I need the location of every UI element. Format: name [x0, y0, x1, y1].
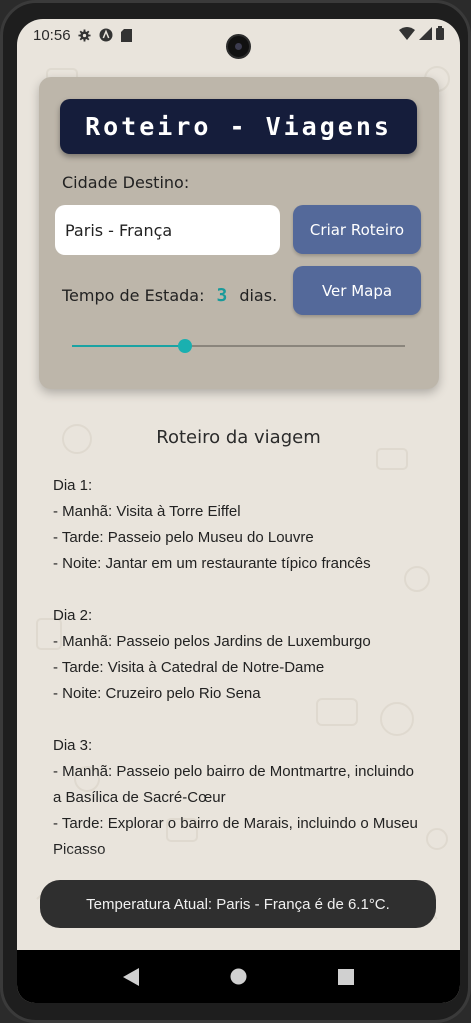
- slider-fill: [72, 345, 186, 347]
- day-heading: Dia 3:: [53, 737, 93, 754]
- day-activity: - Noite: Cruzeiro pelo Rio Sena: [53, 685, 261, 702]
- stay-duration: Tempo de Estada: 3 dias.: [62, 285, 277, 306]
- day-activity: - Tarde: Passeio pelo Museu do Louvre: [53, 529, 314, 546]
- stay-slider[interactable]: [72, 339, 405, 353]
- day-activity: - Manhã: Passeio pelos Jardins de Luxemb…: [53, 633, 371, 650]
- recents-icon[interactable]: [334, 965, 358, 989]
- slider-thumb[interactable]: [178, 339, 193, 353]
- create-itinerary-button[interactable]: Criar Roteiro: [293, 205, 421, 254]
- trip-form-card: Roteiro - Viagens Cidade Destino: Criar …: [39, 77, 439, 389]
- city-label: Cidade Destino:: [62, 173, 190, 192]
- day-activity: - Manhã: Passeio pelo bairro de Montmart…: [53, 763, 415, 806]
- stay-days-value: 3: [216, 285, 228, 306]
- wifi-icon: [399, 26, 415, 44]
- stay-unit: dias.: [239, 286, 278, 305]
- day-spacer: [53, 577, 423, 603]
- temperature-toast: Temperatura Atual: Paris - França é de 6…: [40, 880, 436, 928]
- city-input[interactable]: [55, 205, 280, 255]
- phone-frame: 10:56 Roteiro - Viagens Cidade Destino: …: [0, 0, 471, 1023]
- gear-icon: [78, 28, 92, 42]
- day-activity: - Noite: Jantar em um restaurante típico…: [53, 555, 371, 572]
- navigation-bar: [17, 950, 460, 1003]
- day-heading: Dia 2:: [53, 607, 93, 624]
- front-camera: [226, 34, 251, 59]
- app-title: Roteiro - Viagens: [60, 99, 417, 154]
- day-activity: - Manhã: Visita à Torre Eiffel: [53, 503, 241, 520]
- battery-icon: [436, 26, 444, 44]
- app-screen: 10:56 Roteiro - Viagens Cidade Destino: …: [17, 19, 460, 1003]
- stay-label: Tempo de Estada:: [62, 286, 205, 305]
- itinerary-title: Roteiro da viagem: [156, 427, 321, 448]
- home-icon[interactable]: [226, 965, 250, 989]
- status-time: 10:56: [33, 26, 71, 44]
- scroll-fade: [17, 849, 460, 879]
- day-spacer: [53, 707, 423, 733]
- a-circle-icon: [99, 28, 113, 42]
- day-activity: - Tarde: Visita à Catedral de Notre-Dame: [53, 659, 325, 676]
- back-icon[interactable]: [119, 965, 143, 989]
- sd-card-icon: [120, 28, 134, 42]
- itinerary-text: Dia 1: - Manhã: Visita à Torre Eiffel - Ta…: [53, 473, 423, 863]
- view-map-button[interactable]: Ver Mapa: [293, 266, 421, 315]
- signal-icon: [419, 26, 432, 44]
- day-heading: Dia 1:: [53, 477, 93, 494]
